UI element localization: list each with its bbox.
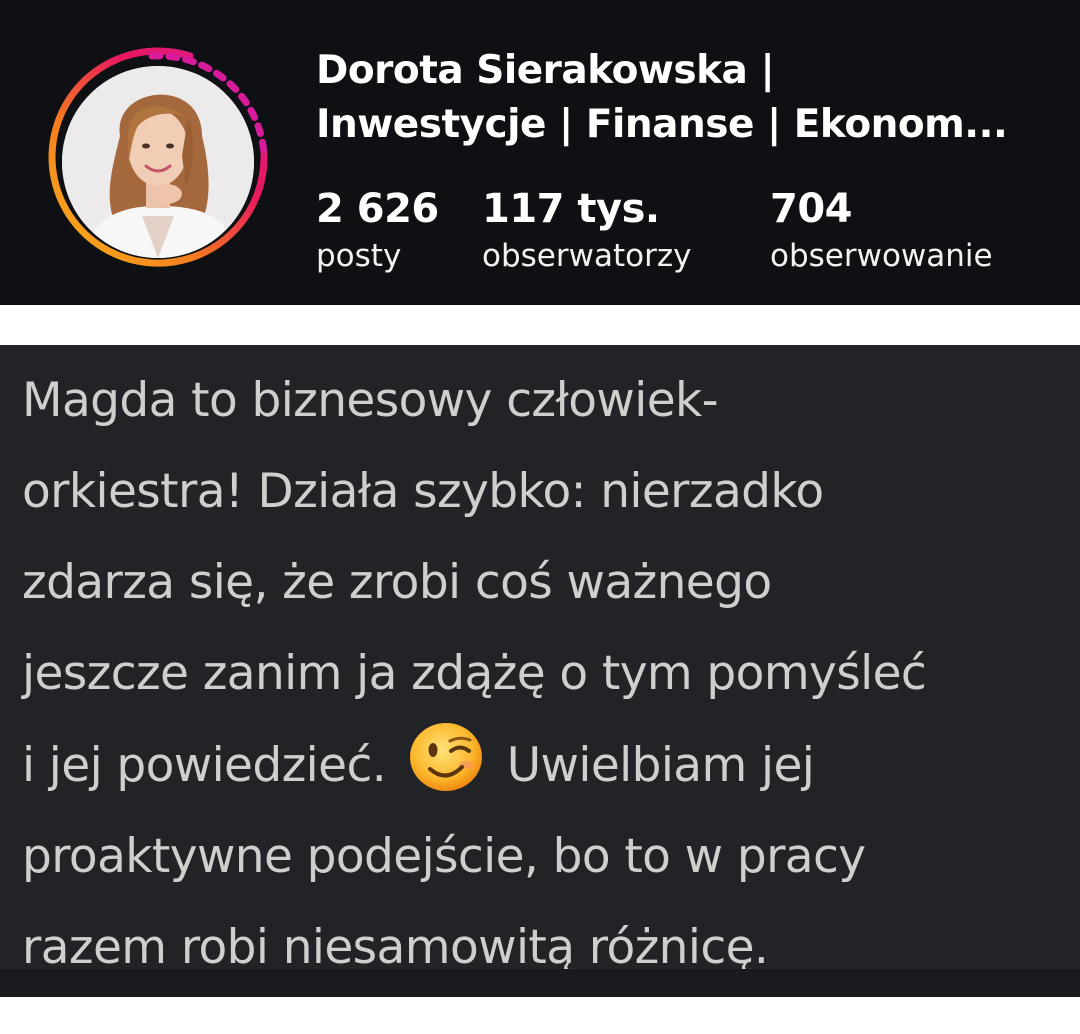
testimonial-text: Magda to biznesowy człowiek- orkiestra! … [22, 355, 1078, 993]
testimonial-line-part: i jej powiedzieć. [22, 738, 401, 793]
testimonial-line: proaktywne podejście, bo to w pracy [22, 829, 866, 884]
profile-photo-icon [62, 66, 254, 258]
stat-followers[interactable]: 117 tys. obserwatorzy [482, 186, 691, 276]
following-label: obserwowanie [770, 238, 993, 274]
testimonial-line: Magda to biznesowy człowiek- [22, 373, 719, 428]
posts-label: posty [316, 238, 402, 274]
testimonial-line: zdarza się, że zrobi coś ważnego [22, 555, 772, 610]
stat-posts[interactable]: 2 626 posty [316, 186, 439, 276]
followers-count: 117 tys. [482, 186, 660, 232]
avatar[interactable] [62, 66, 254, 258]
following-count: 704 [770, 186, 852, 232]
story-ring[interactable] [40, 44, 276, 280]
followers-label: obserwatorzy [482, 238, 692, 274]
testimonial-line: jeszcze zanim ja zdążę o tym pomyśleć [22, 646, 927, 701]
stat-following[interactable]: 704 obserwowanie [770, 186, 993, 276]
profile-name-line-2: Inwestycje | Finanse | Ekonom... [316, 102, 1008, 147]
winking-face-emoji-icon [404, 719, 488, 795]
profile-name-line-1: Dorota Sierakowska | [316, 48, 775, 93]
profile-name[interactable]: Dorota Sierakowska | Inwestycje | Finans… [316, 44, 1056, 152]
testimonial-line-part: Uwielbiam jej [492, 738, 815, 793]
testimonial-card: Magda to biznesowy człowiek- orkiestra! … [0, 345, 1080, 997]
card-bottom-strip [0, 969, 1080, 997]
posts-count: 2 626 [316, 186, 439, 232]
testimonial-line: orkiestra! Działa szybko: nierzadko [22, 464, 824, 519]
testimonial-line: i jej powiedzieć. Uwielbiam jej [22, 719, 1078, 811]
profile-header: Dorota Sierakowska | Inwestycje | Finans… [0, 0, 1080, 305]
